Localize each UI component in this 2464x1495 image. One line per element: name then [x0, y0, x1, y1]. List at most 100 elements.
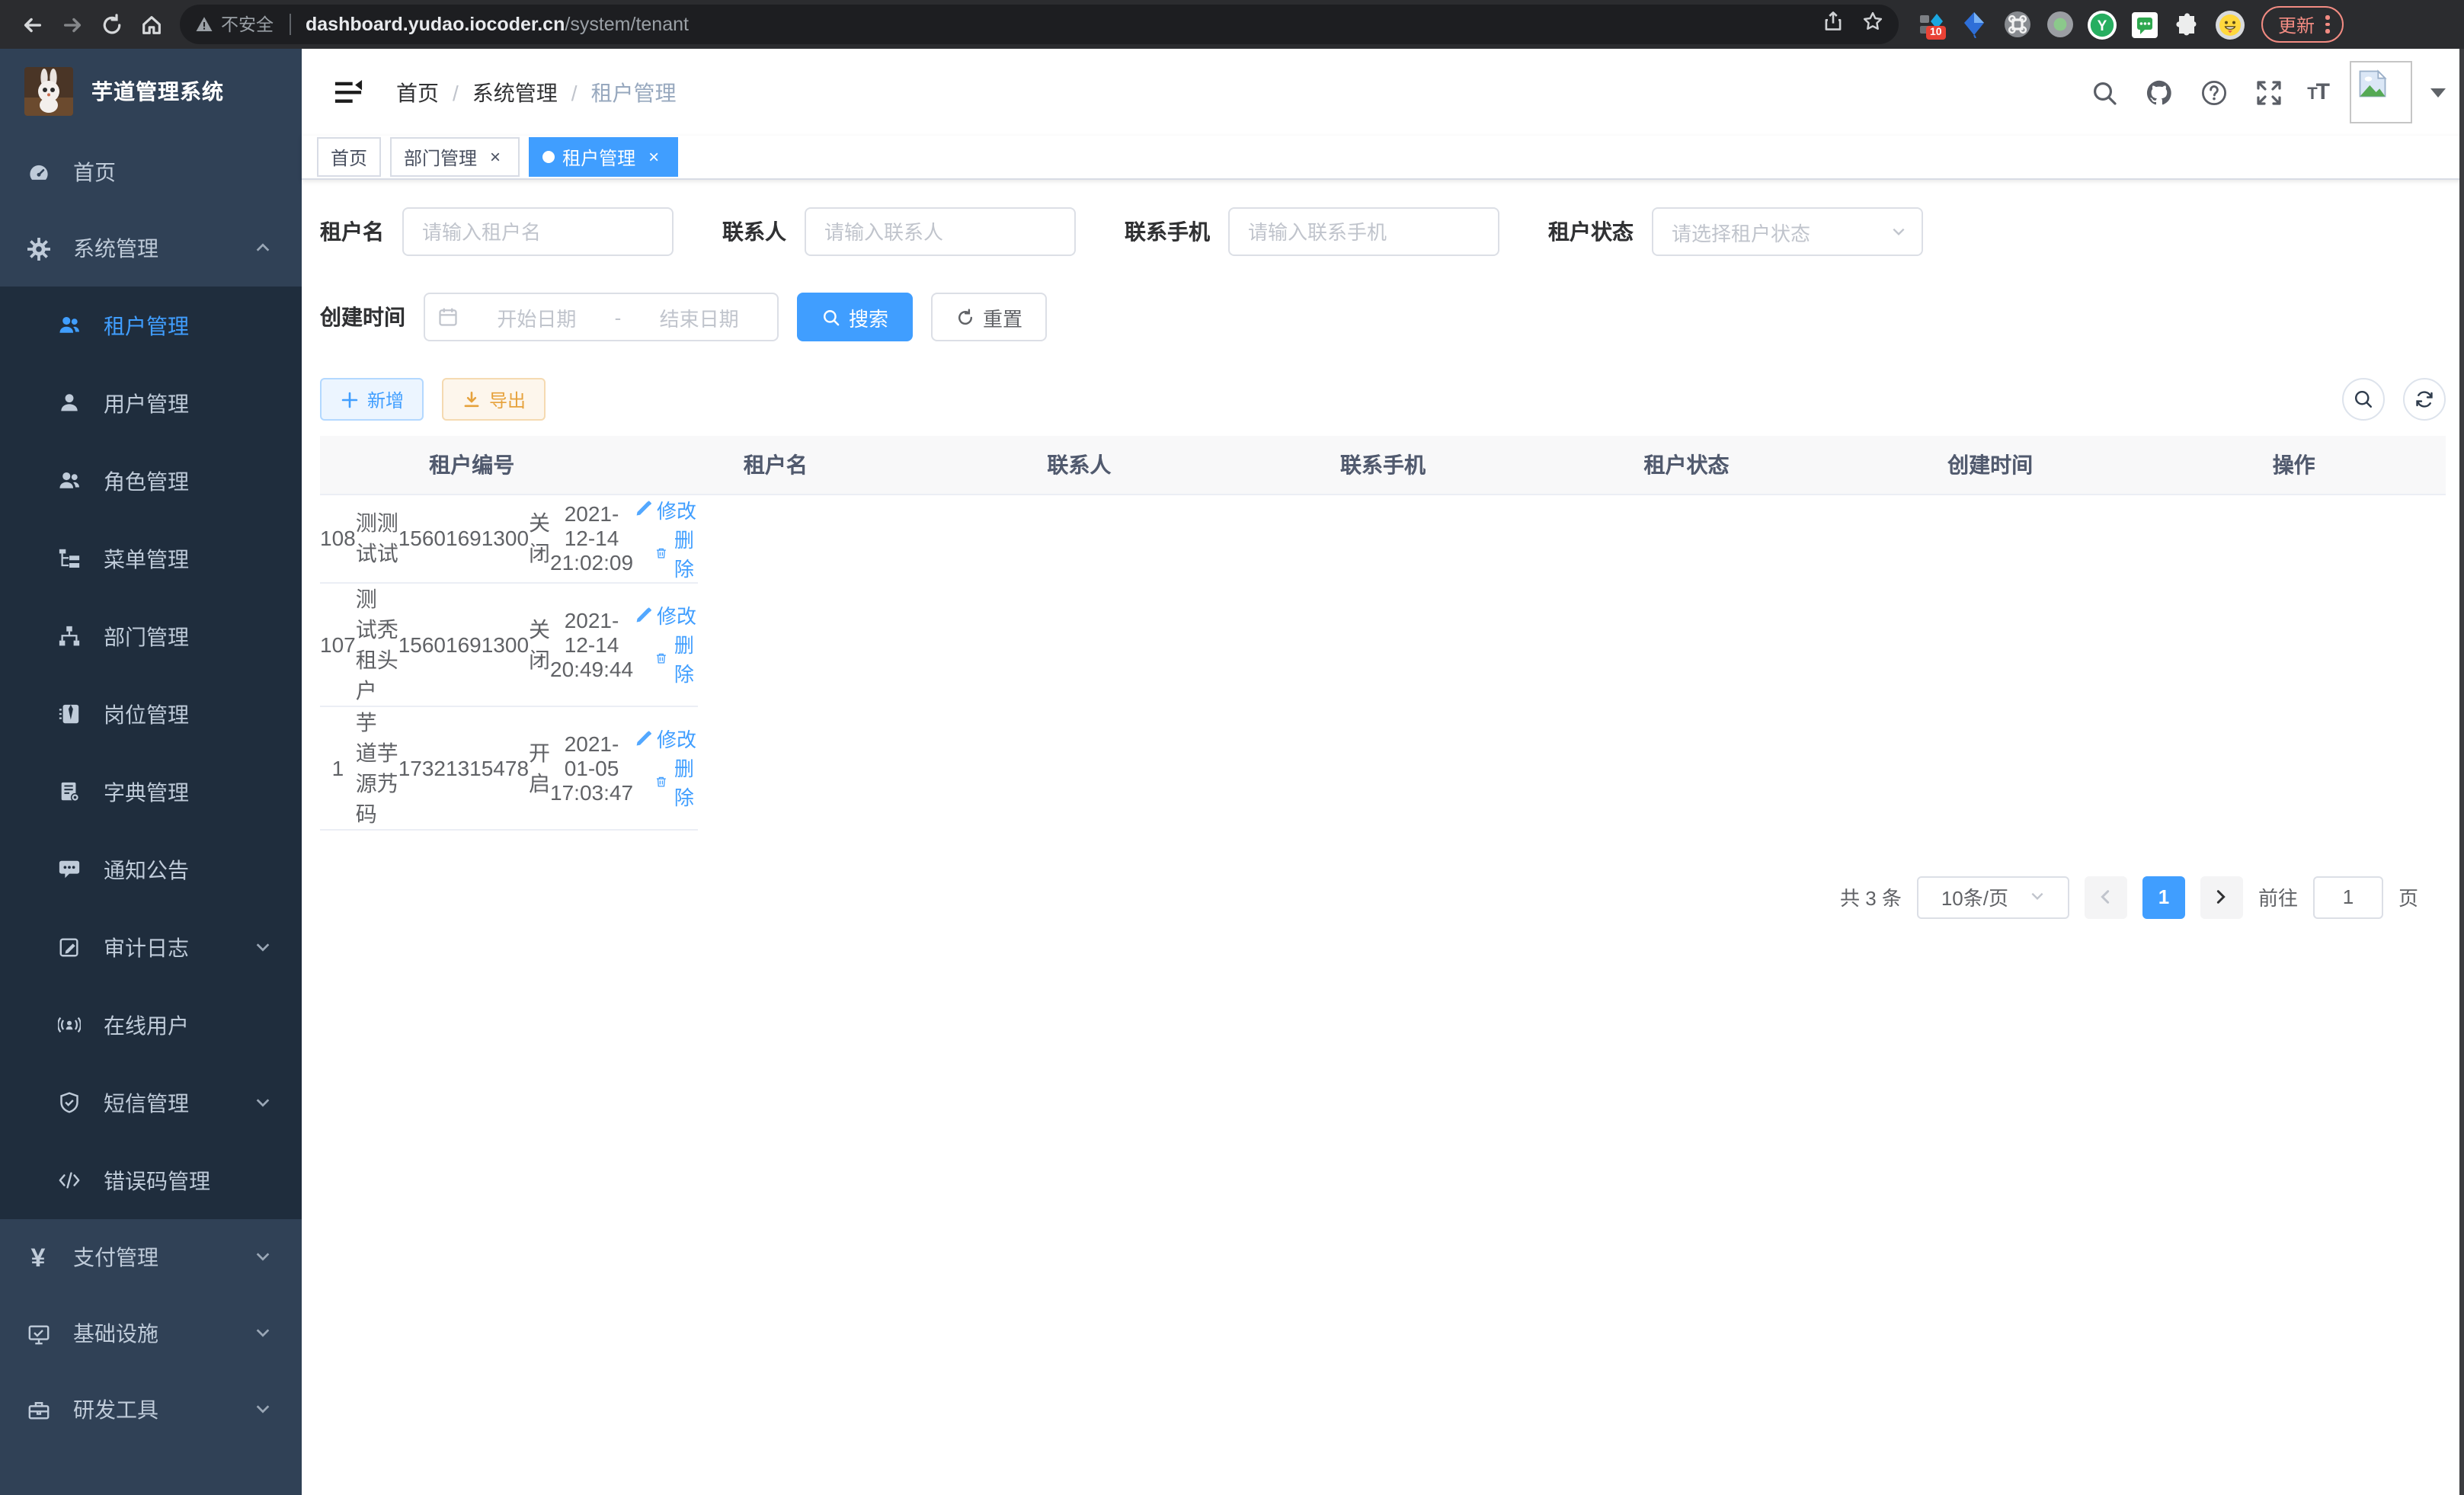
status-label: 租户状态 [1548, 216, 1634, 247]
edit-link[interactable]: 修改 [634, 724, 696, 753]
create-time-range-picker[interactable]: 开始日期 - 结束日期 [424, 293, 779, 341]
github-icon[interactable] [2142, 75, 2176, 109]
delete-link[interactable]: 删除 [654, 523, 697, 581]
sidebar-item-sms[interactable]: 短信管理 [0, 1064, 302, 1141]
broken-image-icon [2356, 67, 2389, 101]
sidebar-item-error-code[interactable]: 错误码管理 [0, 1141, 302, 1219]
trash-icon [654, 773, 667, 791]
prev-page-button[interactable] [2085, 876, 2127, 918]
sidebar-item-infra[interactable]: 基础设施 [0, 1295, 302, 1372]
chrome-update-button[interactable]: 更新 [2261, 6, 2343, 43]
app-logo-row[interactable]: 芋道管理系统 [0, 49, 302, 134]
extension-chat-icon[interactable] [2130, 10, 2159, 39]
mobile-input[interactable] [1228, 207, 1499, 256]
sidebar-item-system[interactable]: 系统管理 [0, 210, 302, 287]
tag-tenant-active[interactable]: 租户管理 × [529, 137, 678, 177]
tenant-name-input[interactable] [402, 207, 674, 256]
back-icon[interactable] [12, 5, 52, 44]
goto-page-input[interactable] [2313, 876, 2383, 918]
extensions-zone: 10 Y [1917, 10, 2245, 39]
fullscreen-icon[interactable] [2252, 75, 2286, 109]
sidebar-item-post[interactable]: 岗位管理 [0, 675, 302, 753]
sidebar-item-dept[interactable]: 部门管理 [0, 597, 302, 675]
font-size-icon[interactable]: TT [2307, 79, 2328, 105]
page-size-select[interactable]: 10条/页 [1917, 876, 2069, 918]
chevron-right-icon [2213, 888, 2230, 905]
status-select[interactable]: 请选择租户状态 [1652, 207, 1923, 256]
page-number-current[interactable]: 1 [2142, 876, 2185, 918]
post-badge-icon [56, 702, 81, 726]
search-button[interactable]: 搜索 [797, 293, 913, 341]
extension-command-icon[interactable] [2002, 10, 2031, 39]
share-icon[interactable] [1822, 10, 1844, 39]
sidebar-item-role[interactable]: 角色管理 [0, 442, 302, 520]
tag-home[interactable]: 首页 [317, 137, 381, 177]
sidebar-item-audit-log[interactable]: 审计日志 [0, 908, 302, 986]
add-button[interactable]: 新增 [320, 378, 424, 421]
extension-emoji-icon[interactable] [2216, 10, 2245, 39]
sidebar-collapse-icon[interactable] [320, 65, 375, 120]
forward-icon[interactable] [52, 5, 91, 44]
tenant-table: 租户编号 租户名 联系人 联系手机 租户状态 创建时间 操作 108 [320, 436, 2446, 830]
delete-link[interactable]: 删除 [654, 753, 697, 811]
sidebar-item-dict[interactable]: 字典管理 [0, 753, 302, 831]
chevron-up-icon [254, 236, 271, 261]
next-page-button[interactable] [2200, 876, 2243, 918]
search-icon[interactable] [2088, 75, 2121, 109]
system-submenu: 租户管理 用户管理 角色管理 [0, 287, 302, 1219]
reload-icon[interactable] [91, 5, 131, 44]
page-content: 租户名 联系人 联系手机 租户状态 请选择租户状态 [302, 180, 2464, 1495]
edit-link[interactable]: 修改 [634, 600, 696, 629]
home-icon[interactable] [131, 5, 171, 44]
contact-input[interactable] [805, 207, 1076, 256]
sidebar-item-home[interactable]: 首页 [0, 134, 302, 210]
create-time-label: 创建时间 [320, 302, 405, 332]
sidebar-item-user[interactable]: 用户管理 [0, 364, 302, 442]
app-logo-image [24, 67, 73, 116]
table-row: 108 测试 测试 15601691300 关闭 2021-12-14 21:0… [320, 495, 697, 582]
delete-link[interactable]: 删除 [654, 629, 697, 687]
close-icon[interactable]: × [643, 146, 664, 168]
sidebar-item-menu[interactable]: 菜单管理 [0, 520, 302, 597]
security-label: 不安全 [221, 12, 274, 37]
help-icon[interactable] [2197, 75, 2231, 109]
plus-icon [340, 389, 360, 409]
chevron-down-icon [1891, 220, 1906, 243]
extension-sketch-icon[interactable]: 10 [1917, 10, 1946, 39]
breadcrumb-system[interactable]: 系统管理 [472, 77, 558, 107]
user-icon [56, 391, 81, 415]
extension-puzzle-icon[interactable] [2173, 10, 2202, 39]
total-count: 共 3 条 [1840, 882, 1902, 911]
extension-y-icon[interactable]: Y [2088, 10, 2117, 39]
chevron-down-icon [254, 1090, 271, 1115]
date-end-placeholder: 结束日期 [633, 303, 765, 331]
browser-menu-icon[interactable] [2325, 16, 2329, 34]
sidebar-item-payment[interactable]: ¥ 支付管理 [0, 1219, 302, 1295]
sidebar-item-dev-tools[interactable]: 研发工具 [0, 1372, 302, 1448]
sidebar-item-notice[interactable]: 通知公告 [0, 831, 302, 908]
refresh-table-button[interactable] [2403, 378, 2446, 421]
warning-triangle-icon [195, 15, 213, 34]
extension-kite-icon[interactable] [1960, 10, 1989, 39]
breadcrumb-home[interactable]: 首页 [396, 77, 439, 107]
address-bar[interactable]: 不安全 dashboard.yudao.iocoder.cn/system/te… [180, 5, 1899, 44]
edit-link[interactable]: 修改 [634, 495, 696, 523]
sidebar-item-tenant[interactable]: 租户管理 [0, 287, 302, 364]
not-secure-warning[interactable]: 不安全 [195, 12, 274, 37]
chevron-down-icon [254, 1397, 271, 1422]
extension-green-dot-icon[interactable] [2045, 10, 2074, 39]
breadcrumb-current: 租户管理 [591, 77, 677, 107]
avatar[interactable] [2350, 61, 2412, 123]
avatar-dropdown-caret[interactable] [2430, 88, 2446, 97]
bookmark-star-icon[interactable] [1862, 10, 1883, 39]
refresh-icon [2414, 389, 2435, 410]
reset-button[interactable]: 重置 [931, 293, 1047, 341]
search-icon [821, 307, 841, 327]
page-unit-label: 页 [2398, 882, 2418, 911]
close-icon[interactable]: × [485, 146, 506, 168]
tag-dept[interactable]: 部门管理 × [390, 137, 520, 177]
top-navbar: 首页 / 系统管理 / 租户管理 [302, 49, 2464, 136]
export-button[interactable]: 导出 [442, 378, 546, 421]
show-search-toggle-button[interactable] [2342, 378, 2385, 421]
sidebar-item-online-users[interactable]: 在线用户 [0, 986, 302, 1064]
